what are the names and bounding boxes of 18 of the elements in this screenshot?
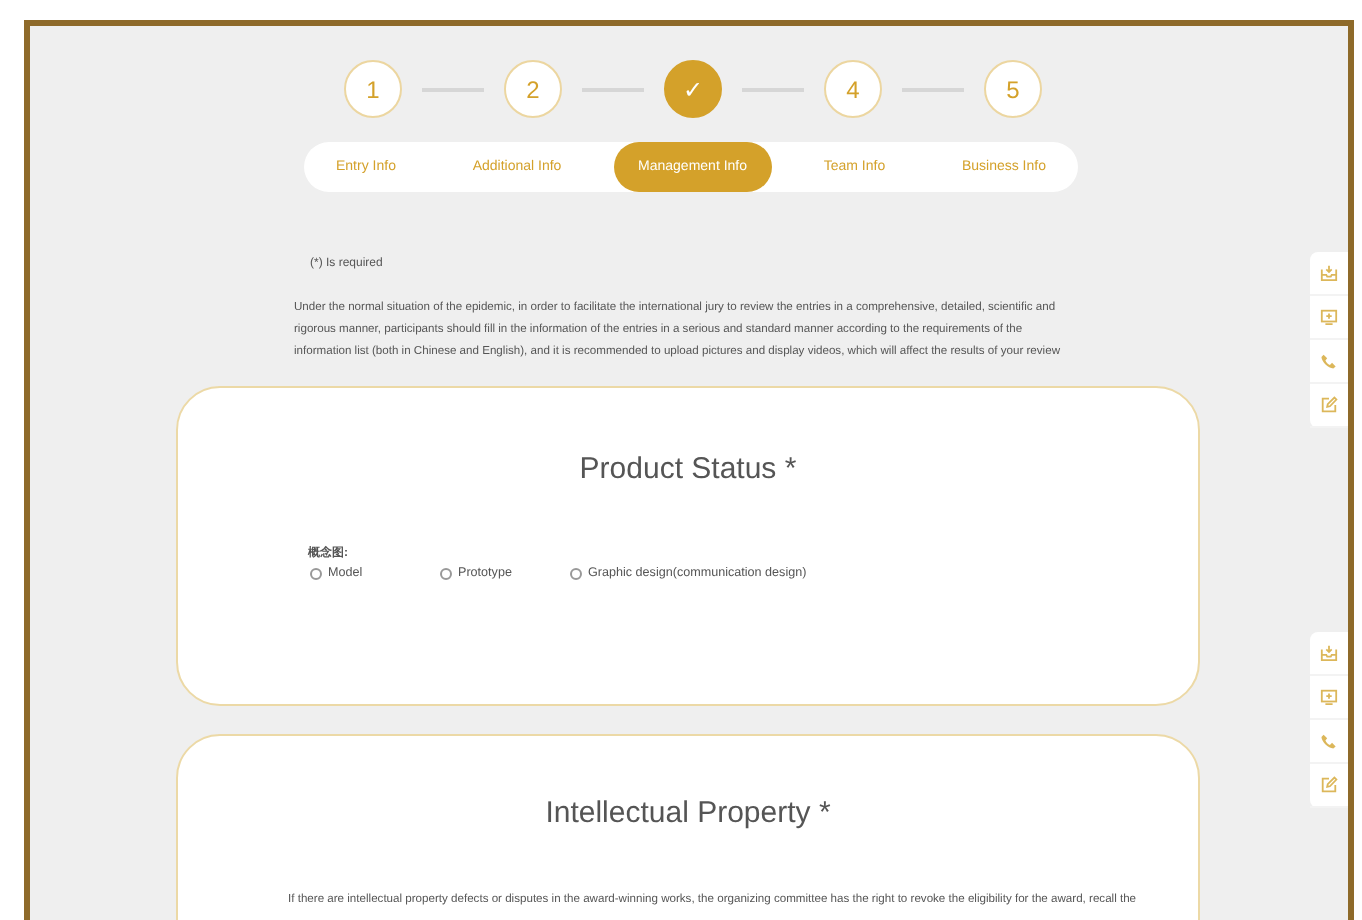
- phone-icon[interactable]: [1320, 732, 1338, 750]
- edit-icon[interactable]: [1320, 776, 1338, 794]
- step-indicator: 4: [824, 60, 882, 118]
- radio-icon[interactable]: [310, 567, 322, 579]
- monitor-icon[interactable]: [1320, 308, 1338, 326]
- step-indicator: ✓: [664, 60, 722, 118]
- edit-icon[interactable]: [1320, 396, 1338, 414]
- phone-icon[interactable]: [1320, 352, 1338, 370]
- radio-icon[interactable]: [440, 567, 452, 579]
- step-indicator: 5: [984, 60, 1042, 118]
- radio-icon[interactable]: [570, 567, 582, 579]
- inbox-icon[interactable]: [1320, 644, 1338, 662]
- step-indicator: 1: [344, 60, 402, 118]
- section-title: Intellectual Property *: [543, 796, 833, 830]
- inbox-icon[interactable]: [1320, 264, 1338, 282]
- section-title: Product Status *: [577, 452, 799, 486]
- monitor-icon[interactable]: [1320, 688, 1338, 706]
- step-indicator: 2: [504, 60, 562, 118]
